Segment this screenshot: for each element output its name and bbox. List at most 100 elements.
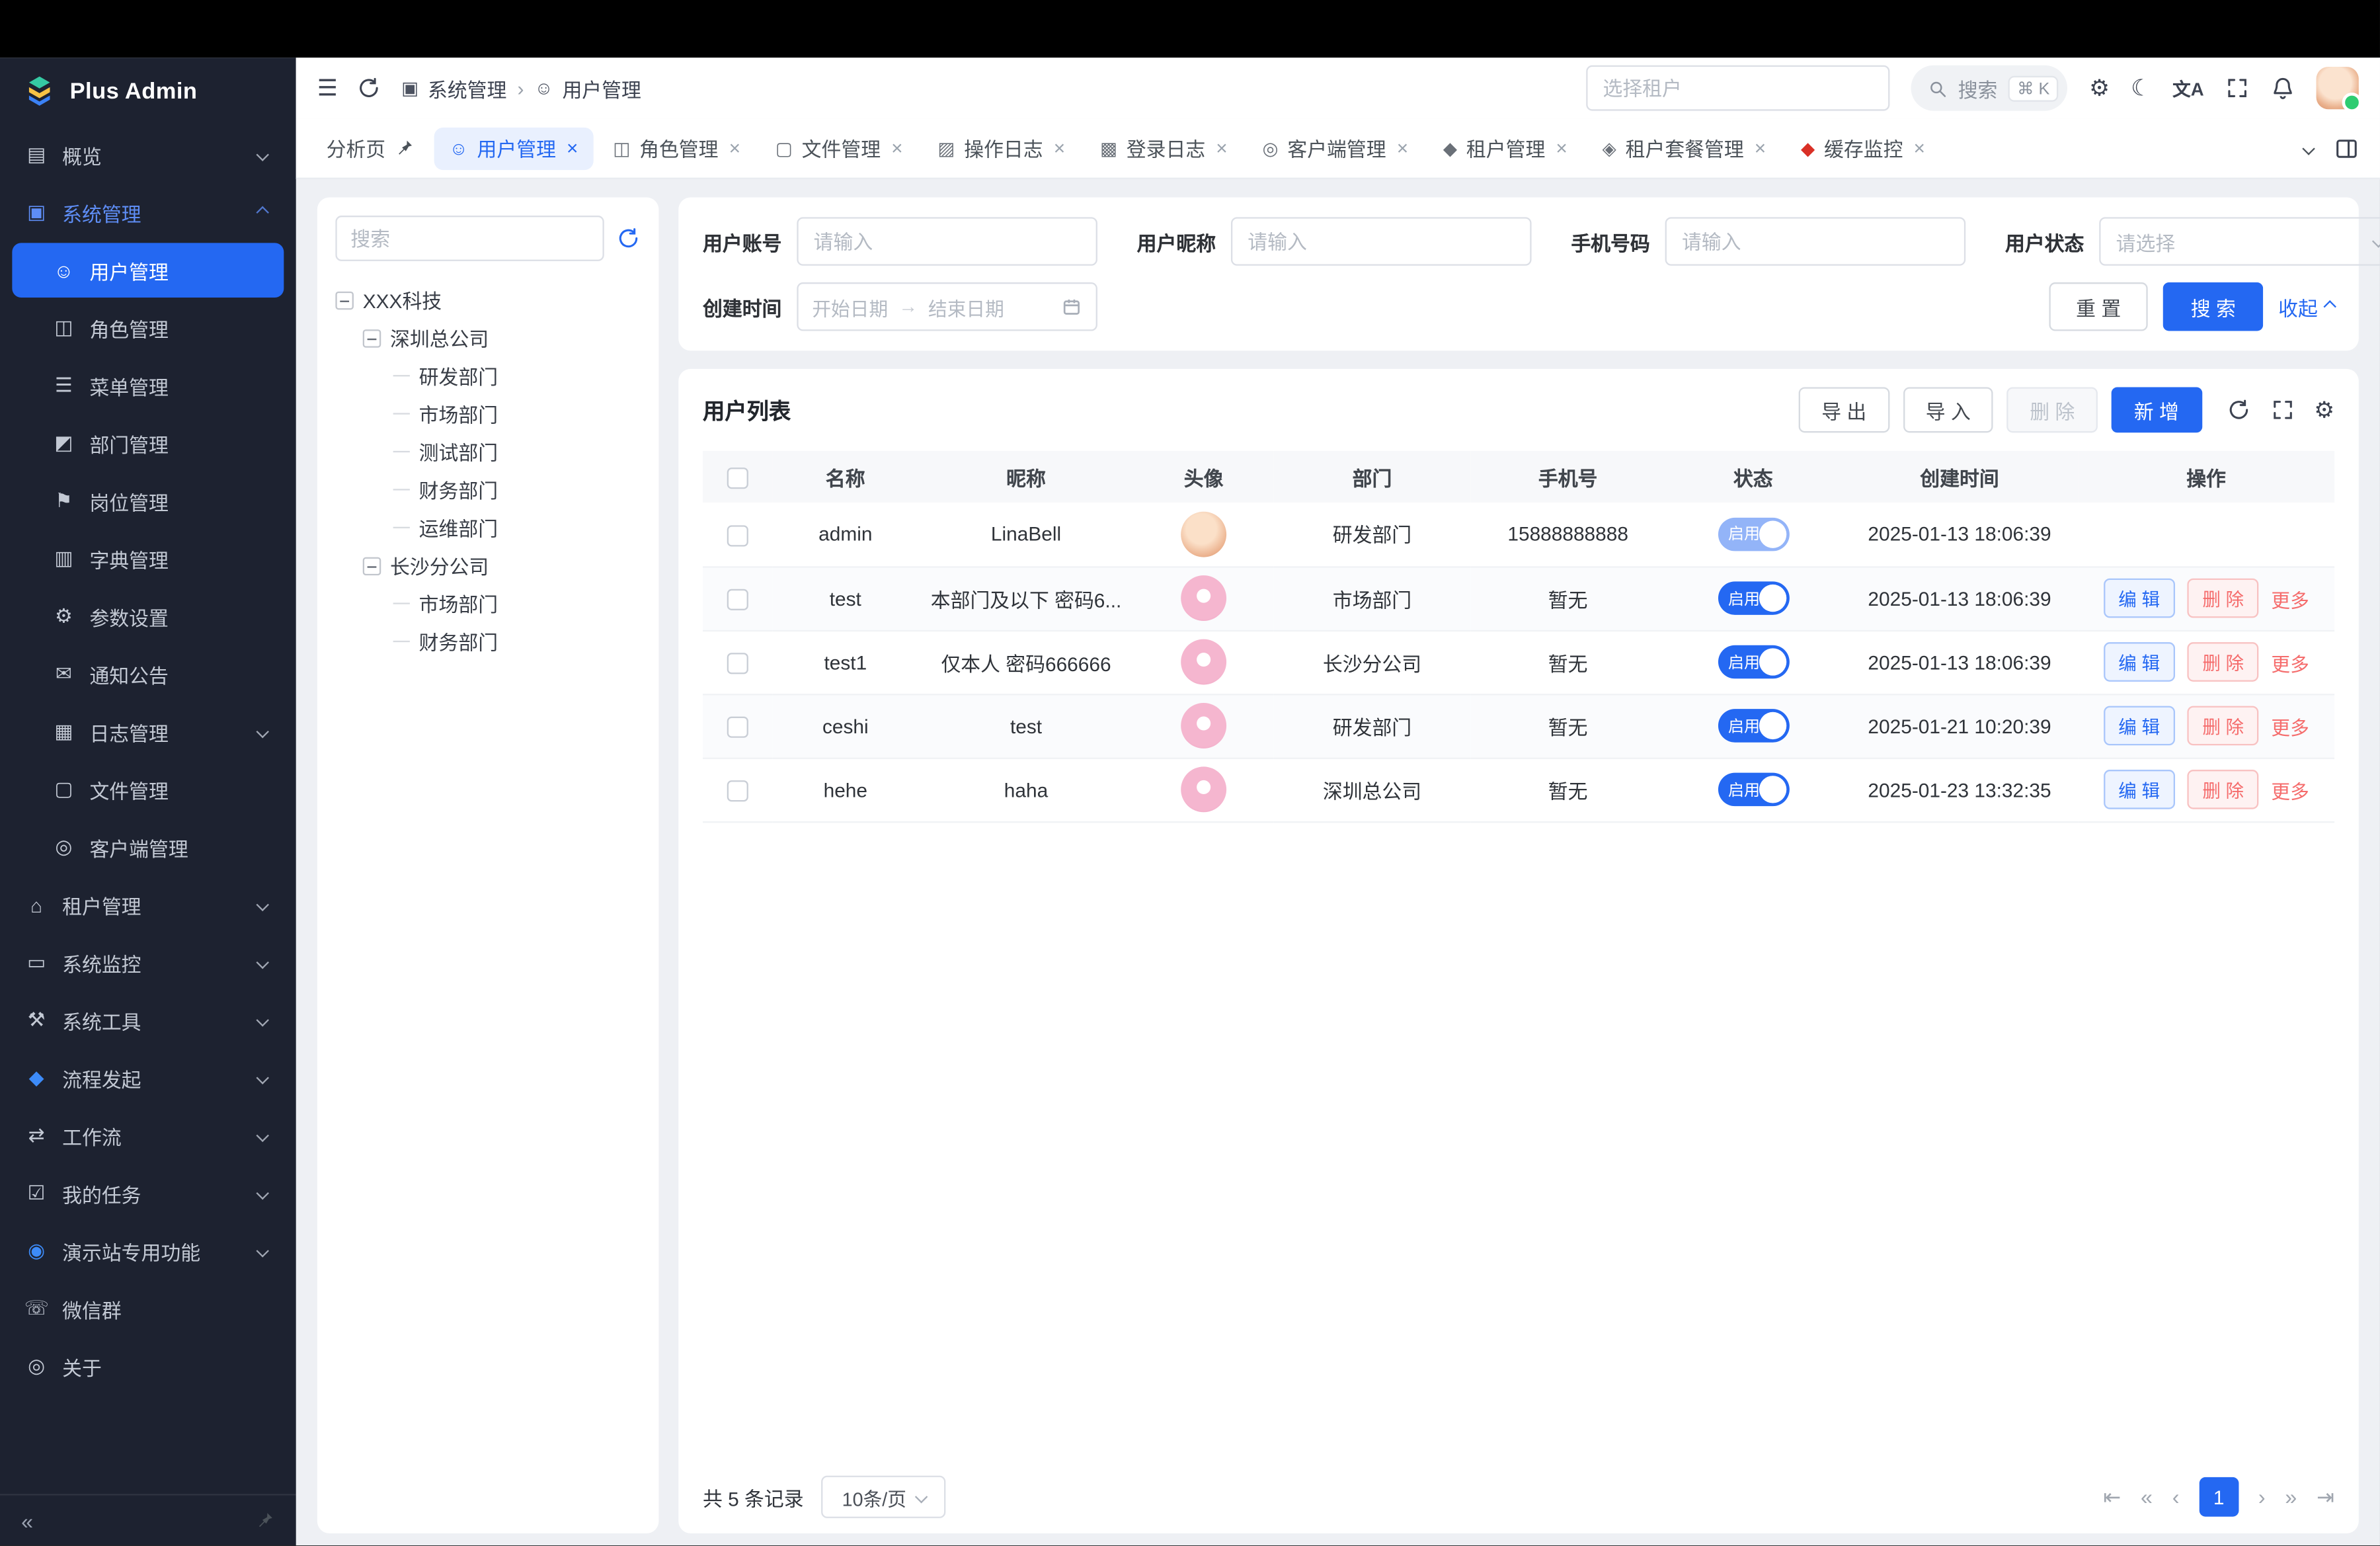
bell-icon[interactable]: [2271, 76, 2295, 101]
sidebar-item-overview[interactable]: ▤概览: [12, 128, 284, 183]
sidebar-item-tenant[interactable]: ⌂租户管理: [12, 877, 284, 932]
tab-analysis[interactable]: 分析页: [311, 127, 430, 169]
tree-node-finance-dept[interactable]: 财务部门: [335, 471, 640, 509]
delete-button[interactable]: 删 除: [2187, 579, 2259, 618]
close-icon[interactable]: ×: [1397, 137, 1408, 159]
sidebar-item-role[interactable]: ◫角色管理: [12, 301, 284, 356]
close-icon[interactable]: ×: [1216, 137, 1227, 159]
more-button[interactable]: 更多: [2271, 712, 2309, 741]
tenant-select[interactable]: [1586, 65, 1889, 111]
tree-node-company[interactable]: XXX科技: [335, 281, 640, 319]
tree-node-changsha-branch[interactable]: 长沙分公司: [335, 547, 640, 585]
table-refresh-icon[interactable]: [2226, 398, 2250, 423]
sidebar-item-post[interactable]: ⚑岗位管理: [12, 473, 284, 528]
add-button[interactable]: 新 增: [2111, 387, 2202, 432]
collapse-box-icon[interactable]: [363, 329, 381, 347]
tree-node-ops-dept[interactable]: 运维部门: [335, 509, 640, 546]
sidebar-item-user-management[interactable]: ☺用户管理: [12, 243, 284, 298]
more-button[interactable]: 更多: [2271, 647, 2309, 676]
status-toggle[interactable]: 启用: [1718, 773, 1789, 807]
pin-icon[interactable]: [255, 1511, 275, 1531]
tree-node-test-dept[interactable]: 测试部门: [335, 432, 640, 470]
close-icon[interactable]: ×: [1556, 137, 1567, 159]
delete-button[interactable]: 删 除: [2187, 706, 2259, 746]
table-fullscreen-icon[interactable]: [2270, 398, 2295, 423]
sidebar-item-tasks[interactable]: ☑我的任务: [12, 1166, 284, 1221]
tab-operation-log[interactable]: ▨操作日志×: [922, 127, 1080, 169]
edit-button[interactable]: 编 辑: [2103, 579, 2175, 618]
close-icon[interactable]: ×: [567, 137, 578, 159]
tab-tenant-package[interactable]: ◈租户套餐管理×: [1587, 127, 1782, 169]
sidebar-item-params[interactable]: ⚙参数设置: [12, 589, 284, 644]
edit-button[interactable]: 编 辑: [2103, 770, 2175, 809]
row-checkbox[interactable]: [727, 653, 748, 674]
sidebar-item-dept[interactable]: ◩部门管理: [12, 416, 284, 471]
sidebar-item-client[interactable]: ◎客户端管理: [12, 820, 284, 875]
tab-file-management[interactable]: ▢文件管理×: [760, 127, 918, 169]
tab-role-management[interactable]: ◫角色管理×: [598, 127, 756, 169]
tab-list-dropdown-icon[interactable]: [2302, 142, 2315, 154]
close-icon[interactable]: ×: [1054, 137, 1065, 159]
collapse-box-icon[interactable]: [335, 291, 354, 309]
sidebar-item-wechat[interactable]: ☏微信群: [12, 1282, 284, 1336]
close-icon[interactable]: ×: [729, 137, 740, 159]
collapse-filter-link[interactable]: 收起: [2278, 292, 2334, 321]
fullscreen-icon[interactable]: [2225, 76, 2250, 101]
date-range-picker[interactable]: 开始日期 → 结束日期: [797, 282, 1097, 331]
edit-button[interactable]: 编 辑: [2103, 706, 2175, 746]
collapse-box-icon[interactable]: [363, 556, 381, 575]
breadcrumb-item[interactable]: 系统管理: [428, 73, 506, 102]
sidebar-item-files[interactable]: ▢文件管理: [12, 762, 284, 817]
search-button[interactable]: 搜 索: [2163, 282, 2263, 331]
translate-icon[interactable]: 文A: [2172, 75, 2203, 101]
global-search[interactable]: 搜索 ⌘ K: [1911, 65, 2068, 111]
row-checkbox[interactable]: [727, 780, 748, 801]
close-icon[interactable]: ×: [891, 137, 902, 159]
tree-node-shenzhen-hq[interactable]: 深圳总公司: [335, 319, 640, 356]
select-all-checkbox[interactable]: [727, 468, 748, 489]
tab-login-log[interactable]: ▩登录日志×: [1085, 127, 1243, 169]
last-page-icon[interactable]: ⇥: [2317, 1485, 2334, 1510]
next-group-icon[interactable]: »: [2285, 1485, 2297, 1510]
breadcrumb-item[interactable]: 用户管理: [562, 73, 641, 102]
current-page[interactable]: 1: [2199, 1478, 2239, 1518]
sidebar-item-notice[interactable]: ✉通知公告: [12, 647, 284, 702]
row-checkbox[interactable]: [727, 716, 748, 737]
sidebar-collapse-button[interactable]: «: [21, 1509, 33, 1533]
more-button[interactable]: 更多: [2271, 584, 2309, 613]
tree-node-market-dept[interactable]: 市场部门: [335, 395, 640, 432]
tab-user-management[interactable]: ☺用户管理×: [434, 127, 594, 169]
next-page-icon[interactable]: ›: [2258, 1485, 2266, 1510]
sidebar-item-about[interactable]: ◎关于: [12, 1339, 284, 1394]
status-select[interactable]: 请选择: [2099, 217, 2380, 265]
close-icon[interactable]: ×: [1755, 137, 1766, 159]
tab-fullscreen-icon[interactable]: [2334, 136, 2359, 160]
tree-node-finance-dept-2[interactable]: 财务部门: [335, 622, 640, 660]
account-input[interactable]: [797, 217, 1097, 265]
sidebar-item-logs[interactable]: ▦日志管理: [12, 704, 284, 759]
status-toggle[interactable]: 启用: [1718, 581, 1789, 615]
tree-refresh-icon[interactable]: [616, 226, 641, 251]
sidebar-item-dict[interactable]: ▥字典管理: [12, 532, 284, 587]
reset-button[interactable]: 重 置: [2049, 282, 2149, 331]
delete-button[interactable]: 删 除: [2187, 770, 2259, 809]
hamburger-menu-icon[interactable]: ☰: [317, 77, 338, 99]
gear-icon[interactable]: ⚙: [2089, 77, 2110, 99]
tree-search-input[interactable]: [335, 216, 604, 261]
edit-button[interactable]: 编 辑: [2103, 642, 2175, 682]
more-button[interactable]: 更多: [2271, 775, 2309, 804]
delete-button[interactable]: 删 除: [2187, 642, 2259, 682]
refresh-icon[interactable]: [358, 76, 382, 101]
row-checkbox[interactable]: [727, 524, 748, 546]
tab-client-management[interactable]: ◎客户端管理×: [1248, 127, 1424, 169]
table-settings-icon[interactable]: ⚙: [2314, 399, 2334, 421]
sidebar-item-tools[interactable]: ⚒系统工具: [12, 993, 284, 1048]
prev-page-icon[interactable]: ‹: [2172, 1485, 2180, 1510]
status-toggle[interactable]: 启用: [1718, 709, 1789, 743]
tree-node-market-dept-2[interactable]: 市场部门: [335, 585, 640, 622]
import-button[interactable]: 导 入: [1903, 387, 1993, 432]
status-toggle[interactable]: 启用: [1718, 645, 1789, 679]
prev-group-icon[interactable]: «: [2141, 1485, 2153, 1510]
tab-tenant-management[interactable]: ◆租户管理×: [1428, 127, 1583, 169]
sidebar-item-menu[interactable]: ☰菜单管理: [12, 358, 284, 413]
